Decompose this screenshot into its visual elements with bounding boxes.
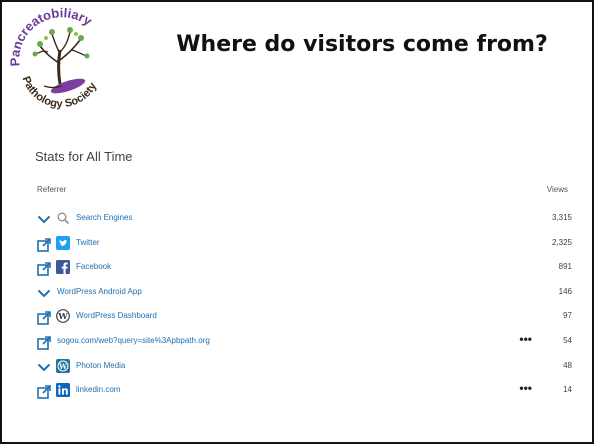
views-count: 146 bbox=[558, 286, 572, 296]
referrer-label[interactable]: Search Engines bbox=[76, 213, 132, 222]
views-count: 14 bbox=[563, 385, 572, 395]
referrer-row[interactable]: W Photon Media 48 bbox=[36, 358, 572, 382]
referrer-row[interactable]: W WordPress Dashboard 97 bbox=[36, 308, 572, 332]
chevron-down-icon[interactable] bbox=[36, 213, 52, 227]
referrer-label[interactable]: Twitter bbox=[76, 238, 100, 247]
pbps-logo: Pancreatobiliary Pathology Society bbox=[8, 6, 100, 110]
tree-graphic bbox=[32, 27, 90, 94]
referrer-label[interactable]: Photon Media bbox=[76, 361, 125, 370]
external-link-icon[interactable] bbox=[36, 262, 52, 276]
referrer-label[interactable]: WordPress Android App bbox=[57, 287, 142, 296]
wordpress-icon: W bbox=[56, 309, 70, 324]
external-link-icon[interactable] bbox=[36, 336, 52, 350]
views-count: 3,315 bbox=[551, 213, 572, 222]
views-count: 2,325 bbox=[551, 237, 572, 247]
linkedin-icon bbox=[56, 383, 70, 398]
twitter-icon bbox=[56, 235, 70, 250]
external-link-icon[interactable] bbox=[36, 385, 52, 399]
external-link-icon[interactable] bbox=[36, 237, 52, 252]
more-options-button[interactable]: ••• bbox=[519, 381, 532, 395]
views-count: 97 bbox=[563, 311, 572, 321]
column-header-referrer: Referrer bbox=[37, 185, 67, 194]
referrer-label[interactable]: WordPress Dashboard bbox=[76, 311, 157, 320]
chevron-down-icon[interactable] bbox=[36, 287, 52, 301]
referrer-label[interactable]: sogou.com/web?query=site%3Apbpath.org bbox=[57, 336, 210, 345]
search-icon bbox=[56, 211, 70, 225]
views-count: 48 bbox=[563, 360, 572, 370]
slide-title: Where do visitors come from? bbox=[176, 32, 548, 57]
facebook-icon bbox=[56, 260, 70, 275]
svg-text:W: W bbox=[57, 313, 68, 323]
referrer-label[interactable]: Facebook bbox=[76, 262, 111, 271]
referrer-row[interactable]: WordPress Android App 146 bbox=[36, 284, 572, 308]
column-header-views: Views bbox=[546, 185, 568, 194]
external-link-icon[interactable] bbox=[36, 311, 52, 326]
svg-text:W: W bbox=[58, 361, 67, 370]
chevron-down-icon[interactable] bbox=[36, 361, 52, 375]
stats-heading: Stats for All Time bbox=[35, 149, 133, 164]
referrer-row[interactable]: sogou.com/web?query=site%3Apbpath.org •••… bbox=[36, 332, 572, 357]
wordpress-square-icon: W bbox=[56, 358, 70, 373]
views-count: 54 bbox=[563, 336, 572, 345]
referrer-label[interactable]: linkedin.com bbox=[76, 385, 120, 394]
more-options-button[interactable]: ••• bbox=[519, 332, 532, 346]
referrer-row[interactable]: Facebook 891 bbox=[36, 259, 572, 283]
referrer-row[interactable]: Search Engines 3,315 bbox=[36, 210, 572, 234]
referrer-row[interactable]: linkedin.com ••• 14 bbox=[36, 381, 572, 406]
slide-frame: Pancreatobiliary Pathology Society Where… bbox=[0, 0, 594, 444]
referrer-row[interactable]: Twitter 2,325 bbox=[36, 235, 572, 259]
views-count: 891 bbox=[558, 262, 572, 272]
